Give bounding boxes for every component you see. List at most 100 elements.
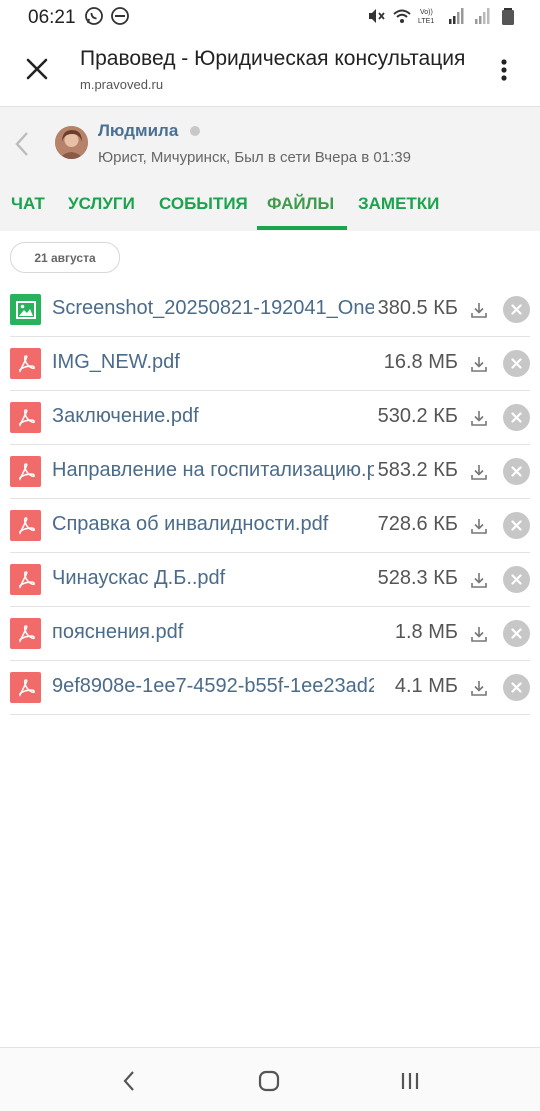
file-size: 4.1 МБ — [394, 675, 458, 697]
user-photo-icon — [55, 126, 88, 159]
download-icon — [471, 681, 487, 696]
file-name[interactable]: Screenshot_20250821-192041_One UI Home.j… — [52, 297, 374, 320]
status-bar: 06:21 Vo)) LTE1 — [0, 0, 540, 34]
tab-bar: ЧАТ УСЛУГИ СОБЫТИЯ ФАЙЛЫ ЗАМЕТКИ — [0, 189, 540, 231]
home-icon — [258, 1070, 280, 1092]
page-title: Правовед - Юридическая консультация — [80, 47, 466, 70]
download-icon — [471, 573, 487, 588]
file-row[interactable]: пояснения.pdf 1.8 МБ — [10, 607, 530, 661]
file-row[interactable]: Чинаускас Д.Б..pdf 528.3 КБ — [10, 553, 530, 607]
nav-recents-button[interactable] — [395, 1066, 425, 1096]
more-vert-icon — [501, 59, 507, 81]
pdf-file-icon — [10, 510, 41, 541]
delete-button[interactable] — [503, 404, 530, 431]
delete-button[interactable] — [503, 512, 530, 539]
download-button[interactable] — [468, 569, 490, 591]
file-size: 530.2 КБ — [377, 405, 458, 427]
file-name[interactable]: IMG_NEW.pdf — [52, 351, 374, 374]
download-button[interactable] — [468, 353, 490, 375]
chat-header: Людмила Юрист, Мичуринск, Был в сети Вче… — [0, 106, 540, 231]
delete-button[interactable] — [503, 458, 530, 485]
tab-notes[interactable]: ЗАМЕТКИ — [358, 189, 439, 231]
pdf-file-icon — [10, 672, 41, 703]
file-name[interactable]: 9ef8908e-1ee7-4592-b55f-1ee23ad2.pdf — [52, 675, 374, 698]
delete-button[interactable] — [503, 296, 530, 323]
image-file-icon — [10, 294, 41, 325]
download-icon — [471, 357, 487, 372]
file-name[interactable]: Направление на госпитализацию.pdf — [52, 459, 374, 482]
file-size: 1.8 МБ — [394, 621, 458, 643]
close-button[interactable] — [22, 54, 52, 84]
file-row[interactable]: IMG_NEW.pdf 16.8 МБ — [10, 337, 530, 391]
nav-back-button[interactable] — [114, 1066, 144, 1096]
status-time: 06:21 — [28, 7, 76, 28]
close-icon — [511, 358, 522, 369]
download-button[interactable] — [468, 515, 490, 537]
close-icon — [511, 682, 522, 693]
mute-icon — [369, 9, 385, 23]
whatsapp-icon — [85, 7, 103, 25]
file-size: 380.5 КБ — [377, 297, 458, 319]
tab-chat[interactable]: ЧАТ — [11, 189, 45, 231]
download-icon — [471, 303, 487, 318]
file-name[interactable]: Справка об инвалидности.pdf — [52, 513, 374, 536]
close-icon — [511, 412, 522, 423]
download-button[interactable] — [468, 299, 490, 321]
delete-button[interactable] — [503, 566, 530, 593]
file-size: 528.3 КБ — [377, 567, 458, 589]
delete-button[interactable] — [503, 674, 530, 701]
signal-icon — [475, 8, 490, 24]
file-list: Screenshot_20250821-192041_One UI Home.j… — [10, 283, 530, 715]
download-button[interactable] — [468, 677, 490, 699]
user-name[interactable]: Людмила — [98, 121, 178, 141]
chevron-left-icon — [123, 1071, 134, 1091]
delete-button[interactable] — [503, 350, 530, 377]
tab-events[interactable]: СОБЫТИЯ — [159, 189, 248, 231]
svg-text:LTE1: LTE1 — [418, 18, 434, 25]
close-icon — [511, 520, 522, 531]
file-name[interactable]: Чинаускас Д.Б..pdf — [52, 567, 374, 590]
pdf-file-icon — [10, 348, 41, 379]
file-row[interactable]: Screenshot_20250821-192041_One UI Home.j… — [10, 283, 530, 337]
download-button[interactable] — [468, 461, 490, 483]
close-icon — [26, 58, 48, 80]
file-row[interactable]: Направление на госпитализацию.pdf 583.2 … — [10, 445, 530, 499]
pdf-file-icon — [10, 456, 41, 487]
signal-icon — [449, 8, 464, 24]
date-badge: 21 августа — [10, 242, 120, 273]
download-button[interactable] — [468, 407, 490, 429]
download-icon — [471, 411, 487, 426]
download-button[interactable] — [468, 623, 490, 645]
close-icon — [511, 574, 522, 585]
file-name[interactable]: пояснения.pdf — [52, 621, 374, 644]
chevron-left-icon — [15, 132, 28, 156]
pdf-file-icon — [10, 402, 41, 433]
avatar[interactable] — [55, 126, 88, 159]
download-icon — [471, 627, 487, 642]
download-icon — [471, 519, 487, 534]
back-button[interactable] — [10, 129, 34, 159]
pdf-file-icon — [10, 564, 41, 595]
file-size: 728.6 КБ — [377, 513, 458, 535]
close-icon — [511, 466, 522, 477]
file-name[interactable]: Заключение.pdf — [52, 405, 374, 428]
close-icon — [511, 304, 522, 315]
delete-button[interactable] — [503, 620, 530, 647]
system-nav-bar — [0, 1047, 540, 1111]
tab-files[interactable]: ФАЙЛЫ — [267, 189, 334, 231]
file-row[interactable]: 9ef8908e-1ee7-4592-b55f-1ee23ad2.pdf 4.1… — [10, 661, 530, 715]
more-menu-button[interactable] — [492, 54, 516, 86]
pdf-file-icon — [10, 618, 41, 649]
nav-home-button[interactable] — [254, 1066, 284, 1096]
file-size: 583.2 КБ — [377, 459, 458, 481]
active-tab-indicator — [257, 226, 347, 230]
recents-icon — [401, 1073, 419, 1089]
browser-bar: Правовед - Юридическая консультация m.pr… — [0, 34, 540, 106]
file-row[interactable]: Заключение.pdf 530.2 КБ — [10, 391, 530, 445]
file-size: 16.8 МБ — [383, 351, 458, 373]
svg-text:Vo)): Vo)) — [420, 9, 433, 16]
tab-services[interactable]: УСЛУГИ — [68, 189, 135, 231]
close-icon — [511, 628, 522, 639]
volte-icon: Vo)) LTE1 — [418, 9, 434, 25]
file-row[interactable]: Справка об инвалидности.pdf 728.6 КБ — [10, 499, 530, 553]
